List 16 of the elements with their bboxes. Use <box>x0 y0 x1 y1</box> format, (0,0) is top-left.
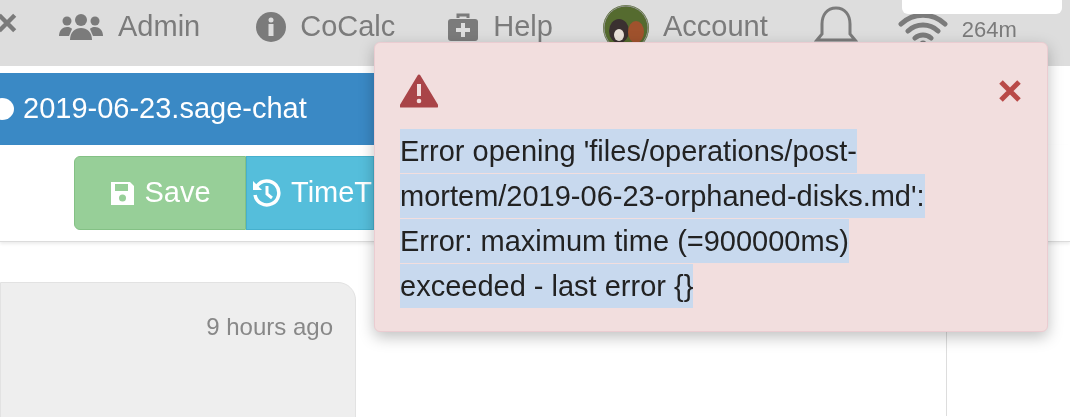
close-icon[interactable] <box>998 79 1022 103</box>
history-icon <box>251 177 283 209</box>
info-icon <box>256 12 287 42</box>
medkit-icon <box>447 12 480 42</box>
ping-time: 264m <box>961 18 1017 41</box>
nav-link[interactable]: Admin <box>118 12 201 41</box>
message-time: 9 hours ago <box>206 312 333 339</box>
save-button[interactable]: Save <box>74 156 246 230</box>
nav-link[interactable]: Help <box>493 12 553 41</box>
nav-link[interactable]: Account <box>662 12 768 41</box>
nav-link[interactable]: CoCalc <box>300 12 396 41</box>
timetravel-button[interactable]: TimeT <box>246 156 374 230</box>
warning-icon <box>400 74 438 108</box>
users-icon <box>58 12 104 42</box>
close-icon[interactable] <box>0 12 18 34</box>
chat-bubble-icon <box>0 97 14 121</box>
